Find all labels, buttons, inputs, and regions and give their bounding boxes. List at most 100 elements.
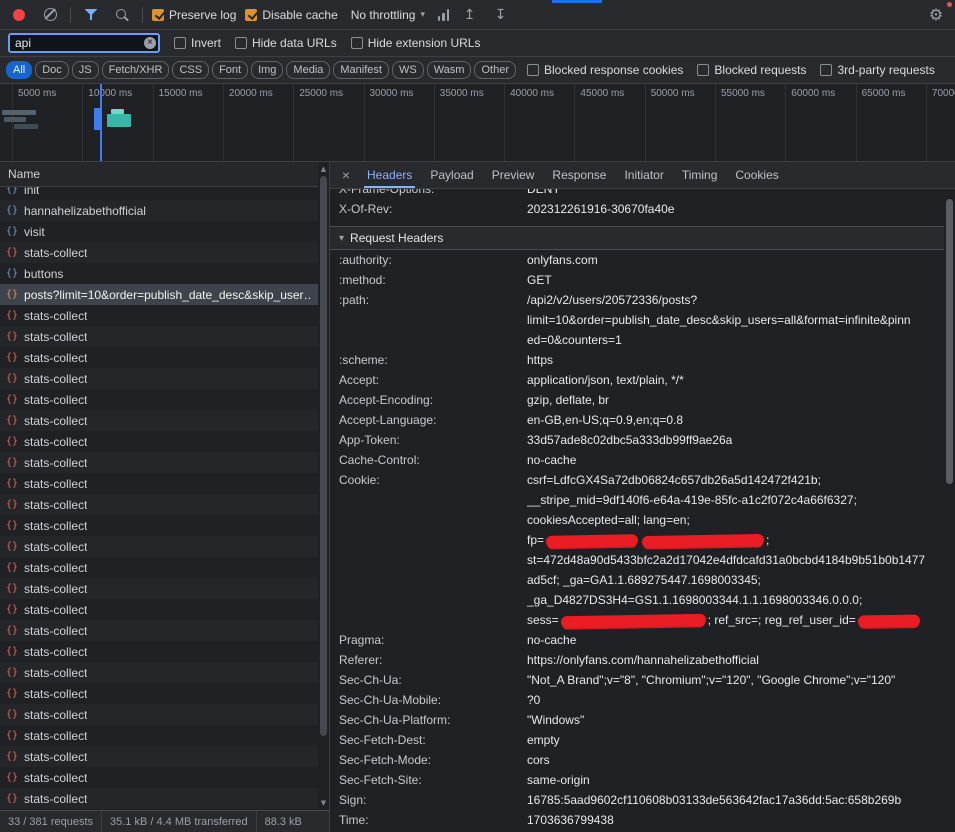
scroll-down-icon[interactable]: ▼ bbox=[318, 799, 329, 807]
filter-button[interactable] bbox=[80, 4, 102, 26]
script-icon: {} bbox=[6, 667, 18, 678]
timeline-tick-label: 60000 ms bbox=[791, 88, 835, 99]
timeline-tick-label: 15000 ms bbox=[159, 88, 203, 99]
request-row[interactable]: {}stats-collect bbox=[0, 389, 318, 410]
request-row[interactable]: {}stats-collect bbox=[0, 662, 318, 683]
network-conditions-button[interactable] bbox=[438, 9, 450, 21]
request-list-scrollbar[interactable]: ▲ ▼ bbox=[318, 162, 329, 810]
request-row[interactable]: {}stats-collect bbox=[0, 326, 318, 347]
request-row[interactable]: {}stats-collect bbox=[0, 368, 318, 389]
request-row[interactable]: {}stats-collect bbox=[0, 746, 318, 767]
type-filter-ws[interactable]: WS bbox=[392, 61, 424, 79]
hide-data-urls-checkbox[interactable]: Hide data URLs bbox=[235, 36, 337, 50]
request-row[interactable]: {}stats-collect bbox=[0, 242, 318, 263]
record-button[interactable] bbox=[8, 4, 30, 26]
redaction-scribble bbox=[642, 534, 764, 548]
name-column-header[interactable]: Name bbox=[0, 162, 329, 187]
type-filter-css[interactable]: CSS bbox=[172, 61, 209, 79]
checkbox-blocked-requests[interactable]: Blocked requests bbox=[697, 63, 806, 77]
checkbox-blocked-response-cookies[interactable]: Blocked response cookies bbox=[527, 63, 683, 77]
request-row[interactable]: {}stats-collect bbox=[0, 347, 318, 368]
import-har-button[interactable]: ↥ bbox=[458, 4, 480, 26]
request-row[interactable]: {}stats-collect bbox=[0, 305, 318, 326]
preserve-log-checkbox[interactable]: Preserve log bbox=[152, 8, 236, 22]
header-row: :scheme:https bbox=[330, 350, 944, 370]
scrollbar-thumb[interactable] bbox=[320, 176, 327, 736]
request-row[interactable]: {}stats-collect bbox=[0, 578, 318, 599]
request-row[interactable]: {}stats-collect bbox=[0, 788, 318, 809]
tab-preview[interactable]: Preview bbox=[483, 162, 544, 188]
type-filter-other[interactable]: Other bbox=[474, 61, 516, 79]
throttling-dropdown[interactable]: No throttling ▾ bbox=[347, 6, 429, 24]
scroll-up-icon[interactable]: ▲ bbox=[318, 165, 329, 173]
transferred-size: 35.1 kB / 4.4 MB transferred bbox=[102, 811, 257, 832]
request-row[interactable]: {}stats-collect bbox=[0, 620, 318, 641]
request-row[interactable]: {}stats-collect bbox=[0, 410, 318, 431]
type-filter-fetch-xhr[interactable]: Fetch/XHR bbox=[102, 61, 170, 79]
tab-cookies[interactable]: Cookies bbox=[726, 162, 787, 188]
clear-filter-icon[interactable]: × bbox=[144, 37, 156, 49]
request-name: stats-collect bbox=[24, 582, 87, 596]
timeline-overview[interactable]: 5000 ms10000 ms15000 ms20000 ms25000 ms3… bbox=[0, 84, 955, 162]
header-name: Accept-Language: bbox=[330, 410, 527, 430]
request-row[interactable]: {}stats-collect bbox=[0, 683, 318, 704]
request-row[interactable]: {}init bbox=[0, 187, 318, 200]
tab-payload[interactable]: Payload bbox=[421, 162, 482, 188]
timeline-tick-label: 65000 ms bbox=[862, 88, 906, 99]
request-row[interactable]: {}stats-collect bbox=[0, 641, 318, 662]
header-value: application/json, text/plain, */* bbox=[527, 370, 944, 390]
request-row[interactable]: {}stats-collect bbox=[0, 704, 318, 725]
script-icon: {} bbox=[6, 226, 18, 237]
request-row[interactable]: {}visit bbox=[0, 221, 318, 242]
tab-timing[interactable]: Timing bbox=[673, 162, 727, 188]
tab-initiator[interactable]: Initiator bbox=[615, 162, 672, 188]
details-tab-bar: × HeadersPayloadPreviewResponseInitiator… bbox=[330, 162, 955, 189]
request-row[interactable]: {}stats-collect bbox=[0, 725, 318, 746]
script-icon: {} bbox=[6, 562, 18, 573]
request-row[interactable]: {}stats-collect bbox=[0, 494, 318, 515]
request-row[interactable]: {}stats-collect bbox=[0, 557, 318, 578]
type-filter-js[interactable]: JS bbox=[72, 61, 99, 79]
type-filter-all[interactable]: All bbox=[6, 61, 32, 79]
timeline-tick-label: 50000 ms bbox=[651, 88, 695, 99]
request-row[interactable]: {}stats-collect bbox=[0, 473, 318, 494]
request-row[interactable]: {}stats-collect bbox=[0, 536, 318, 557]
search-button[interactable] bbox=[111, 4, 133, 26]
timeline-gridline bbox=[364, 84, 365, 161]
tab-response[interactable]: Response bbox=[543, 162, 615, 188]
request-row[interactable]: {}stats-collect bbox=[0, 515, 318, 536]
request-name: buttons bbox=[24, 267, 63, 281]
request-row[interactable]: {}stats-collect bbox=[0, 767, 318, 788]
hide-extension-urls-checkbox[interactable]: Hide extension URLs bbox=[351, 36, 481, 50]
type-filter-img[interactable]: Img bbox=[251, 61, 283, 79]
filter-input[interactable] bbox=[8, 33, 160, 53]
script-icon: {} bbox=[6, 331, 18, 342]
disable-cache-checkbox[interactable]: Disable cache bbox=[245, 8, 337, 22]
script-icon: {} bbox=[6, 457, 18, 468]
tab-headers[interactable]: Headers bbox=[358, 162, 421, 188]
clear-network-log-button[interactable] bbox=[39, 4, 61, 26]
details-scrollbar[interactable] bbox=[944, 189, 955, 832]
request-row[interactable]: {}posts?limit=10&order=publish_date_desc… bbox=[0, 284, 318, 305]
close-details-button[interactable]: × bbox=[334, 162, 358, 188]
request-row[interactable]: {}stats-collect bbox=[0, 452, 318, 473]
request-row[interactable]: {}buttons bbox=[0, 263, 318, 284]
settings-button[interactable]: ⚙ bbox=[925, 4, 947, 26]
invert-checkbox[interactable]: Invert bbox=[174, 36, 221, 50]
request-headers-section-header[interactable]: ▾ Request Headers bbox=[330, 226, 944, 250]
type-filter-manifest[interactable]: Manifest bbox=[333, 61, 389, 79]
request-row[interactable]: {}stats-collect bbox=[0, 431, 318, 452]
type-filter-wasm[interactable]: Wasm bbox=[427, 61, 472, 79]
header-row: Sec-Fetch-Mode:cors bbox=[330, 750, 944, 770]
request-row[interactable]: {}stats-collect bbox=[0, 599, 318, 620]
gear-icon: ⚙ bbox=[929, 5, 943, 24]
request-row[interactable]: {}hannahelizabethofficial bbox=[0, 200, 318, 221]
scrollbar-thumb[interactable] bbox=[946, 199, 953, 484]
checkbox-3rd-party-requests[interactable]: 3rd-party requests bbox=[820, 63, 934, 77]
request-name: stats-collect bbox=[24, 519, 87, 533]
request-name: stats-collect bbox=[24, 771, 87, 785]
type-filter-font[interactable]: Font bbox=[212, 61, 248, 79]
type-filter-media[interactable]: Media bbox=[286, 61, 330, 79]
type-filter-doc[interactable]: Doc bbox=[35, 61, 69, 79]
export-har-button[interactable]: ↧ bbox=[489, 4, 511, 26]
